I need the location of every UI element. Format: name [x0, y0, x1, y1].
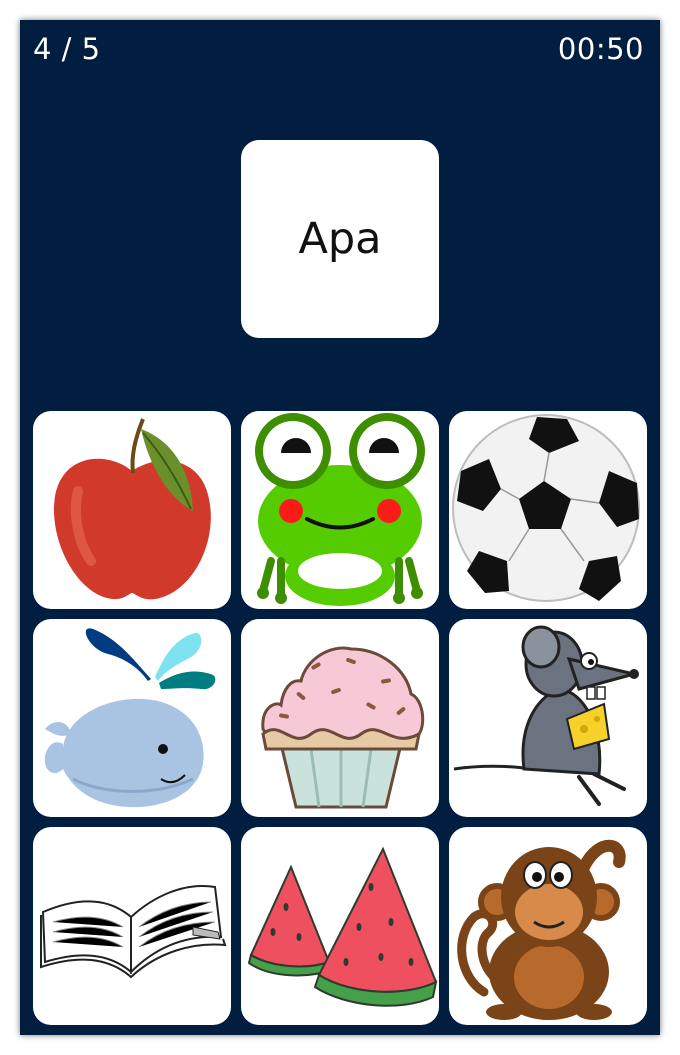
choice-watermelon[interactable]	[241, 827, 439, 1025]
choice-soccer-ball[interactable]	[449, 411, 647, 609]
choice-apple[interactable]	[33, 411, 231, 609]
prompt-word: Apa	[298, 214, 382, 264]
progress-counter: 4 / 5	[33, 32, 101, 66]
prompt-word-card: Apa	[241, 140, 439, 338]
choice-monkey[interactable]	[449, 827, 647, 1025]
choice-whale[interactable]	[33, 619, 231, 817]
choice-cupcake[interactable]	[241, 619, 439, 817]
whale-icon	[44, 628, 216, 808]
mouse-with-cheese-icon	[453, 625, 639, 806]
choice-frog[interactable]	[241, 411, 439, 609]
game-board: 4 / 5 00:50 Apa	[20, 20, 660, 1035]
apple-icon	[53, 418, 211, 600]
choice-book[interactable]	[33, 827, 231, 1025]
frog-icon	[255, 413, 425, 606]
soccer-ball-icon	[452, 414, 640, 602]
monkey-icon	[457, 839, 626, 1020]
watermelon-icon	[247, 846, 438, 1007]
cupcake-icon	[261, 646, 425, 809]
timer: 00:50	[557, 32, 644, 66]
open-book-icon	[40, 885, 227, 979]
choice-mouse[interactable]	[449, 619, 647, 817]
